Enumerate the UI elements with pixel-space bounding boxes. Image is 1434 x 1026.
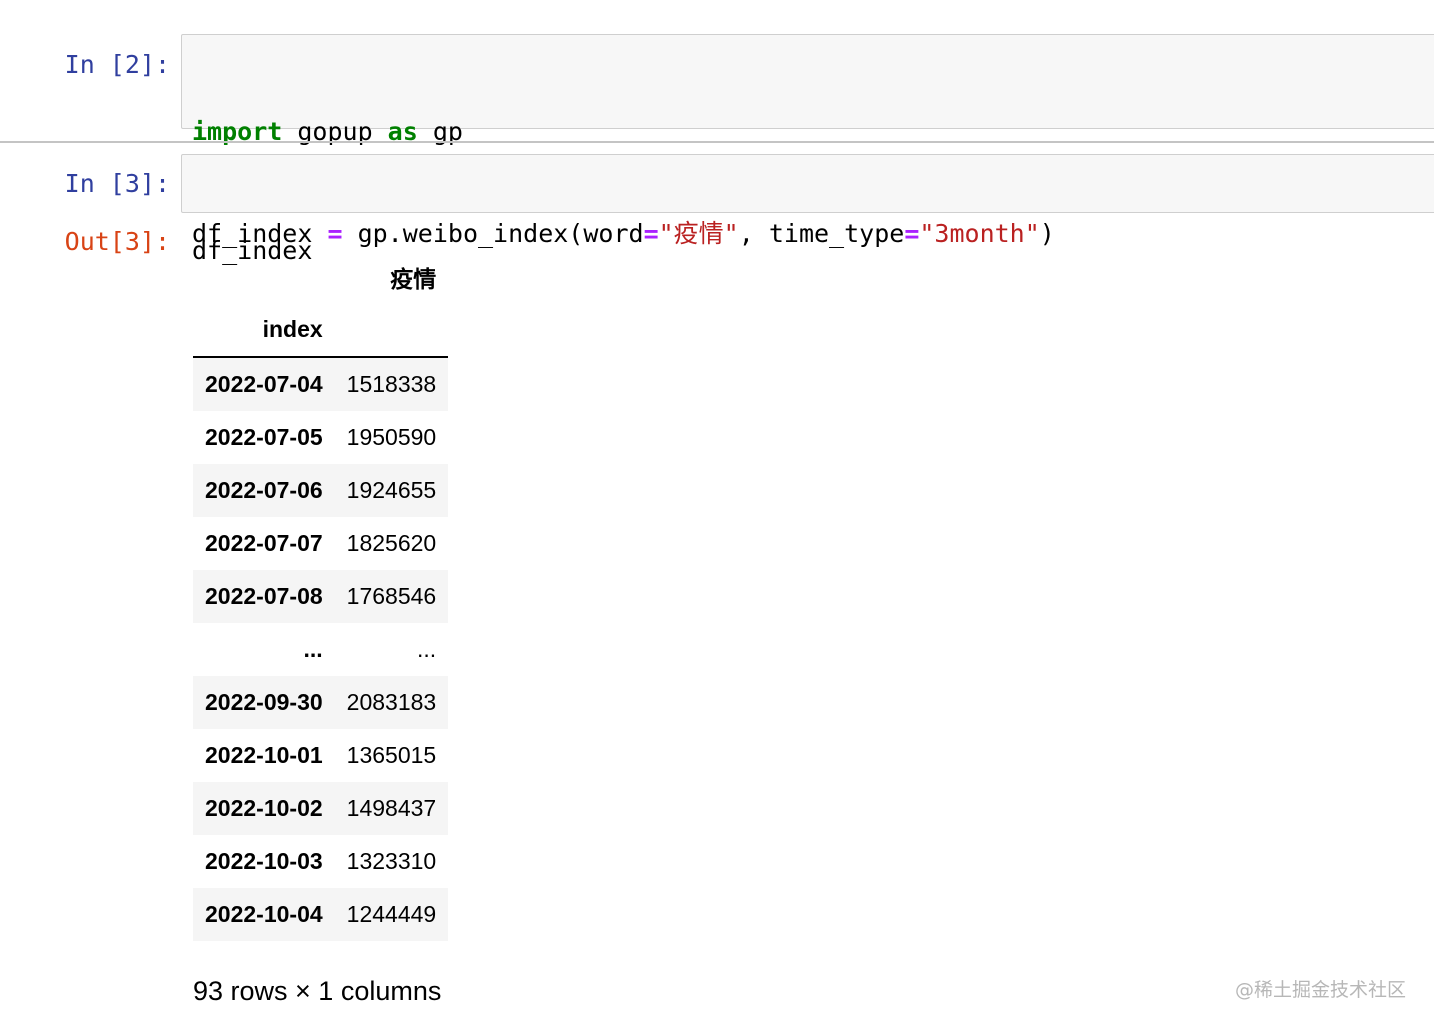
row-value: ... (417, 636, 437, 662)
watermark: @稀土掘金技术社区 (1234, 979, 1406, 1001)
table-row: 2022-07-05 1950590 (193, 411, 448, 464)
row-value: 1244449 (334, 888, 449, 941)
row-value: 1498437 (334, 782, 449, 835)
dataframe-shape: 93 rows × 1 columns (193, 976, 442, 1006)
code-editor[interactable]: df_index (181, 154, 1434, 265)
index-name-row: index (193, 303, 449, 358)
row-index: 2022-10-04 (193, 888, 335, 941)
table-row: 2022-07-04 1518338 (193, 357, 449, 411)
output-prompt: Out[3]: (64, 227, 170, 256)
row-index: 2022-10-01 (205, 742, 323, 768)
row-value: 2083183 (334, 676, 449, 729)
table-row: 2022-10-01 1365015 (193, 729, 448, 782)
row-index: 2022-10-03 (205, 848, 323, 874)
row-index: 2022-09-30 (193, 676, 335, 729)
table-row: 2022-07-06 1924655 (193, 464, 449, 517)
dataframe-table: 疫情 index 2022-07-04 1518338 2022-07-05 1950… (193, 250, 449, 941)
column-header-row: 疫情 (193, 250, 448, 303)
input-prompt: In [3]: (64, 169, 170, 198)
row-index: 2022-07-05 (205, 424, 323, 450)
table-row: 2022-07-07 1825620 (193, 517, 448, 570)
blank-header (193, 250, 335, 303)
code-line: import gopup as gp (192, 115, 1434, 149)
table-row: 2022-07-08 1768546 (193, 570, 449, 623)
input-prompt: In [2]: (64, 50, 170, 79)
row-index: 2022-10-02 (193, 782, 335, 835)
table-row: ...... (193, 623, 448, 676)
row-value: 1924655 (334, 464, 449, 517)
row-value: 1518338 (334, 357, 449, 411)
row-value: 1950590 (346, 424, 437, 450)
row-value: 1365015 (346, 742, 437, 768)
row-index: 2022-07-07 (205, 530, 323, 556)
table-body: 2022-07-04 1518338 2022-07-05 1950590 2022-0… (193, 357, 449, 941)
row-index: 2022-07-04 (193, 357, 335, 411)
row-value: 1768546 (334, 570, 449, 623)
blank-header (334, 303, 449, 358)
row-index: 2022-07-06 (193, 464, 335, 517)
cell-divider (0, 141, 1434, 143)
row-value: 1825620 (346, 530, 437, 556)
table-row: 2022-10-02 1498437 (193, 782, 449, 835)
index-name: index (193, 303, 335, 358)
table-row: 2022-10-03 1323310 (193, 835, 448, 888)
row-index: 2022-07-08 (193, 570, 335, 623)
row-index: ... (303, 636, 323, 662)
table-row: 2022-09-30 2083183 (193, 676, 449, 729)
code-editor[interactable]: import gopup as gp df_index = gp.weibo_i… (181, 34, 1434, 248)
table-row: 2022-10-04 1244449 (193, 888, 449, 941)
row-value: 1323310 (346, 848, 437, 874)
column-header: 疫情 (390, 265, 437, 292)
